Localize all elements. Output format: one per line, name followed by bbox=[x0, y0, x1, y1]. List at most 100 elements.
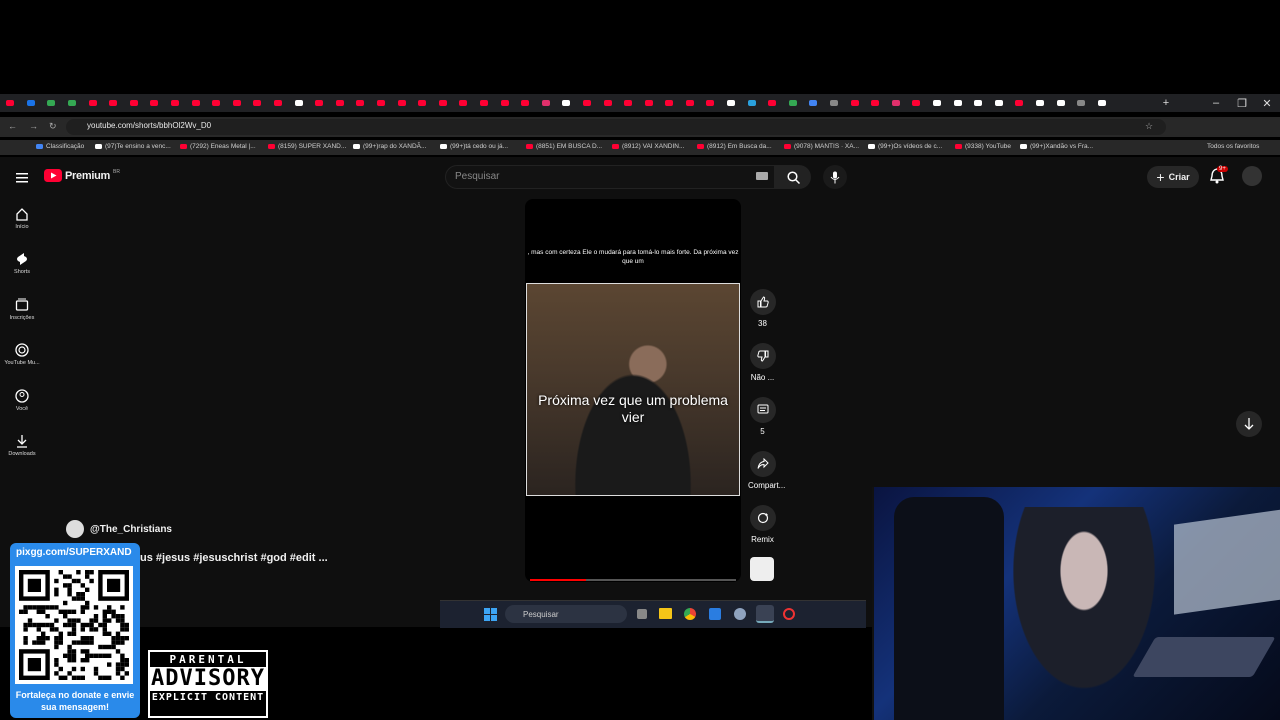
tab-favicon[interactable] bbox=[350, 94, 371, 112]
tab-favicon[interactable] bbox=[391, 94, 412, 112]
sidebar-item-home[interactable]: Início bbox=[0, 207, 44, 230]
omnibox[interactable] bbox=[66, 119, 1166, 135]
close-window-icon[interactable]: ✕ bbox=[1254, 94, 1280, 112]
minimize-icon[interactable]: – bbox=[1203, 94, 1229, 112]
tab-favicon[interactable] bbox=[556, 94, 577, 112]
video-progress-bar[interactable] bbox=[530, 579, 736, 581]
tab-favicon[interactable] bbox=[453, 94, 474, 112]
tab-favicon[interactable] bbox=[535, 94, 556, 112]
search-button[interactable] bbox=[775, 165, 811, 189]
tab-favicon[interactable] bbox=[700, 94, 721, 112]
menu-icon[interactable] bbox=[16, 170, 28, 188]
tab-favicon[interactable] bbox=[721, 94, 742, 112]
tab-favicon[interactable] bbox=[165, 94, 186, 112]
tab-favicon[interactable] bbox=[330, 94, 351, 112]
tab-favicon[interactable] bbox=[1009, 94, 1030, 112]
bookmark-item[interactable]: (8912) VAI XANDIN... bbox=[612, 143, 684, 150]
file-explorer-icon[interactable] bbox=[659, 608, 672, 619]
tab-favicon[interactable] bbox=[82, 94, 103, 112]
tab-favicon[interactable] bbox=[927, 94, 948, 112]
bookmark-item[interactable]: (99+)Os vídeos de c... bbox=[868, 143, 942, 150]
create-button[interactable]: + Criar bbox=[1147, 166, 1199, 188]
tab-favicon[interactable] bbox=[618, 94, 639, 112]
tab-search-icon[interactable] bbox=[0, 94, 21, 112]
app-icon[interactable] bbox=[709, 608, 721, 620]
all-bookmarks[interactable]: Todos os favoritos bbox=[1207, 143, 1259, 150]
taskbar-search[interactable]: Pesquisar bbox=[505, 605, 627, 623]
tab-favicon[interactable] bbox=[494, 94, 515, 112]
tab-favicon[interactable] bbox=[206, 94, 227, 112]
sidebar-item-shorts[interactable]: Shorts bbox=[0, 252, 44, 275]
dislike-button[interactable]: Não ... bbox=[748, 343, 777, 382]
tab-favicon[interactable] bbox=[474, 94, 495, 112]
tab-favicon[interactable] bbox=[803, 94, 824, 112]
tab-favicon[interactable] bbox=[824, 94, 845, 112]
bookmark-item[interactable]: (8851) EM BUSCA D... bbox=[526, 143, 602, 150]
settings-icon[interactable] bbox=[734, 608, 746, 620]
like-button[interactable]: 38 bbox=[748, 289, 777, 328]
bookmark-item[interactable]: Classificação bbox=[36, 143, 84, 150]
tab-favicon[interactable] bbox=[1071, 94, 1092, 112]
tab-favicon[interactable] bbox=[1091, 94, 1112, 112]
tab-favicon[interactable] bbox=[886, 94, 907, 112]
tab-favicon[interactable] bbox=[103, 94, 124, 112]
bookmark-item[interactable]: (8912) Em Busca da... bbox=[697, 143, 772, 150]
reload-icon[interactable]: ↻ bbox=[49, 121, 57, 132]
bookmark-item[interactable]: (7292) Eneas Metal |... bbox=[180, 143, 256, 150]
youtube-logo[interactable]: Premium BR bbox=[44, 169, 120, 182]
keyboard-icon[interactable] bbox=[756, 172, 768, 180]
tab-favicon[interactable] bbox=[412, 94, 433, 112]
back-icon[interactable]: ← bbox=[8, 121, 17, 131]
sidebar-item-music[interactable]: YouTube Mu... bbox=[0, 343, 44, 366]
tab-favicon[interactable] bbox=[1030, 94, 1051, 112]
bookmark-item[interactable]: (9078) MANTIS · XA... bbox=[784, 143, 859, 150]
tab-favicon[interactable] bbox=[309, 94, 330, 112]
forward-icon[interactable]: → bbox=[29, 121, 38, 131]
tab-favicon[interactable] bbox=[638, 94, 659, 112]
tab-favicon[interactable] bbox=[268, 94, 289, 112]
tab-favicon[interactable] bbox=[1050, 94, 1071, 112]
windows-start-icon[interactable] bbox=[484, 608, 497, 621]
tab-favicon[interactable] bbox=[288, 94, 309, 112]
tab-favicon[interactable] bbox=[432, 94, 453, 112]
tab-favicon[interactable] bbox=[21, 94, 42, 112]
tab-favicon[interactable] bbox=[41, 94, 62, 112]
tab-favicon[interactable] bbox=[762, 94, 783, 112]
sidebar-item-download[interactable]: Downloads bbox=[0, 434, 44, 457]
tab-favicon[interactable] bbox=[906, 94, 927, 112]
tab-favicon[interactable] bbox=[680, 94, 701, 112]
tab-favicon[interactable] bbox=[989, 94, 1010, 112]
share-button[interactable]: Compart... bbox=[748, 451, 785, 490]
tab-favicon[interactable] bbox=[227, 94, 248, 112]
tab-favicon[interactable] bbox=[659, 94, 680, 112]
sidebar-item-subscriptions[interactable]: Inscrições bbox=[0, 298, 44, 321]
video-frame[interactable] bbox=[526, 283, 740, 496]
tab-favicon[interactable] bbox=[577, 94, 598, 112]
tab-favicon[interactable] bbox=[62, 94, 83, 112]
task-view-icon[interactable] bbox=[637, 609, 647, 619]
bookmark-item[interactable]: (99+)tá cedo ou já... bbox=[440, 143, 508, 150]
maximize-icon[interactable]: ❐ bbox=[1229, 94, 1255, 112]
avatar[interactable] bbox=[1242, 166, 1262, 186]
tab-favicon[interactable] bbox=[783, 94, 804, 112]
tab-favicon[interactable] bbox=[947, 94, 968, 112]
url-text[interactable]: youtube.com/shorts/bbhOl2Wv_D0 bbox=[87, 121, 211, 130]
tab-favicon[interactable] bbox=[597, 94, 618, 112]
bookmark-item[interactable]: (99+)Xandão vs Fra... bbox=[1020, 143, 1093, 150]
tab-favicon[interactable] bbox=[371, 94, 392, 112]
steam-icon[interactable] bbox=[756, 605, 774, 623]
video-hashtags[interactable]: us #jesus #jesuschrist #god #edit ... bbox=[140, 552, 328, 564]
comment-button[interactable]: 5 bbox=[748, 397, 777, 436]
bookmark-item[interactable]: (8159) SUPER XAND... bbox=[268, 143, 346, 150]
tab-favicon[interactable] bbox=[741, 94, 762, 112]
tab-favicon[interactable] bbox=[144, 94, 165, 112]
tab-favicon[interactable] bbox=[844, 94, 865, 112]
bookmark-item[interactable]: (99+)rap do XANDÃ... bbox=[353, 143, 426, 150]
voice-search-button[interactable] bbox=[823, 165, 847, 189]
app-record-icon[interactable] bbox=[783, 608, 795, 620]
tab-favicon[interactable] bbox=[865, 94, 886, 112]
notifications-button[interactable]: 9+ bbox=[1210, 166, 1228, 189]
bookmark-star-icon[interactable]: ☆ bbox=[1145, 121, 1153, 132]
bookmark-item[interactable]: (9338) YouTube bbox=[955, 143, 1011, 150]
tab-favicon[interactable] bbox=[124, 94, 145, 112]
